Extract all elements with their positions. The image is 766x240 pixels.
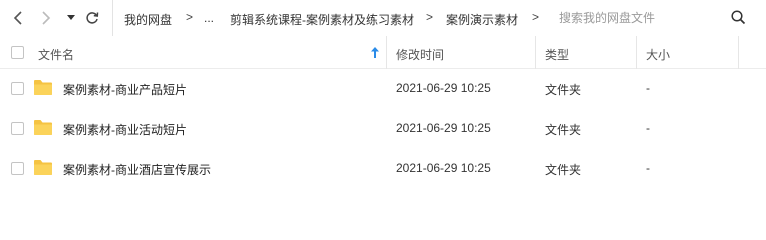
file-size: - (646, 161, 650, 175)
modified-time: 2021-06-29 10:25 (396, 81, 491, 95)
folder-icon (34, 160, 52, 175)
file-name[interactable]: 案例素材-商业产品短片 (63, 81, 187, 98)
sort-arrow-up-icon[interactable] (371, 47, 379, 58)
refresh-icon (86, 12, 99, 24)
breadcrumb-separator: > (426, 10, 434, 24)
file-type: 文件夹 (545, 163, 582, 177)
history-dropdown-button[interactable] (64, 7, 78, 29)
toolbar: 我的网盘 > ... 剪辑系统课程-案例素材及练习素材 > 案例演示素材 > (0, 0, 766, 36)
row-checkbox[interactable] (11, 162, 24, 175)
file-name[interactable]: 案例素材-商业活动短片 (63, 121, 187, 138)
search-icon[interactable] (731, 10, 746, 25)
row-checkbox[interactable] (11, 82, 24, 95)
file-name[interactable]: 案例素材-商业酒店宣传展示 (63, 161, 211, 178)
refresh-button[interactable] (82, 7, 102, 29)
column-header-name[interactable]: 文件名 (38, 46, 74, 63)
file-size: - (646, 81, 650, 95)
modified-time: 2021-06-29 10:25 (396, 161, 491, 175)
breadcrumb-separator: > (186, 10, 194, 24)
search-input[interactable] (559, 8, 719, 28)
table-row[interactable]: 案例素材-商业活动短片 2021-06-29 10:25 文件夹 - (0, 108, 766, 148)
file-size: - (646, 121, 650, 135)
chevron-right-icon (42, 11, 51, 25)
column-divider[interactable] (636, 36, 637, 69)
column-divider[interactable] (386, 36, 387, 69)
breadcrumb-item-current[interactable]: 案例演示素材 (446, 11, 518, 28)
column-header-size[interactable]: 大小 (646, 46, 670, 63)
breadcrumb-separator: > (532, 10, 540, 24)
forward-button[interactable] (36, 7, 56, 29)
column-header-type[interactable]: 类型 (545, 46, 569, 63)
search-box (553, 4, 758, 32)
breadcrumb: 我的网盘 > ... 剪辑系统课程-案例素材及练习素材 > 案例演示素材 > (112, 0, 552, 36)
modified-time: 2021-06-29 10:25 (396, 121, 491, 135)
select-all-checkbox[interactable] (11, 46, 24, 59)
caret-down-icon (67, 15, 75, 20)
file-type: 文件夹 (545, 83, 582, 97)
column-header-modified[interactable]: 修改时间 (396, 46, 444, 63)
breadcrumb-item-root[interactable]: 我的网盘 (124, 11, 172, 28)
table-header: 文件名 修改时间 类型 大小 (0, 36, 766, 69)
column-divider[interactable] (535, 36, 536, 69)
breadcrumb-item-ellipsis[interactable]: ... (204, 11, 214, 25)
breadcrumb-item-course[interactable]: 剪辑系统课程-案例素材及练习素材 (230, 11, 414, 28)
column-divider[interactable] (738, 36, 739, 69)
folder-icon (34, 80, 52, 95)
table-row[interactable]: 案例素材-商业产品短片 2021-06-29 10:25 文件夹 - (0, 68, 766, 108)
folder-icon (34, 120, 52, 135)
chevron-left-icon (13, 11, 22, 25)
table-row[interactable]: 案例素材-商业酒店宣传展示 2021-06-29 10:25 文件夹 - (0, 148, 766, 188)
row-checkbox[interactable] (11, 122, 24, 135)
file-type: 文件夹 (545, 123, 582, 137)
back-button[interactable] (8, 7, 28, 29)
